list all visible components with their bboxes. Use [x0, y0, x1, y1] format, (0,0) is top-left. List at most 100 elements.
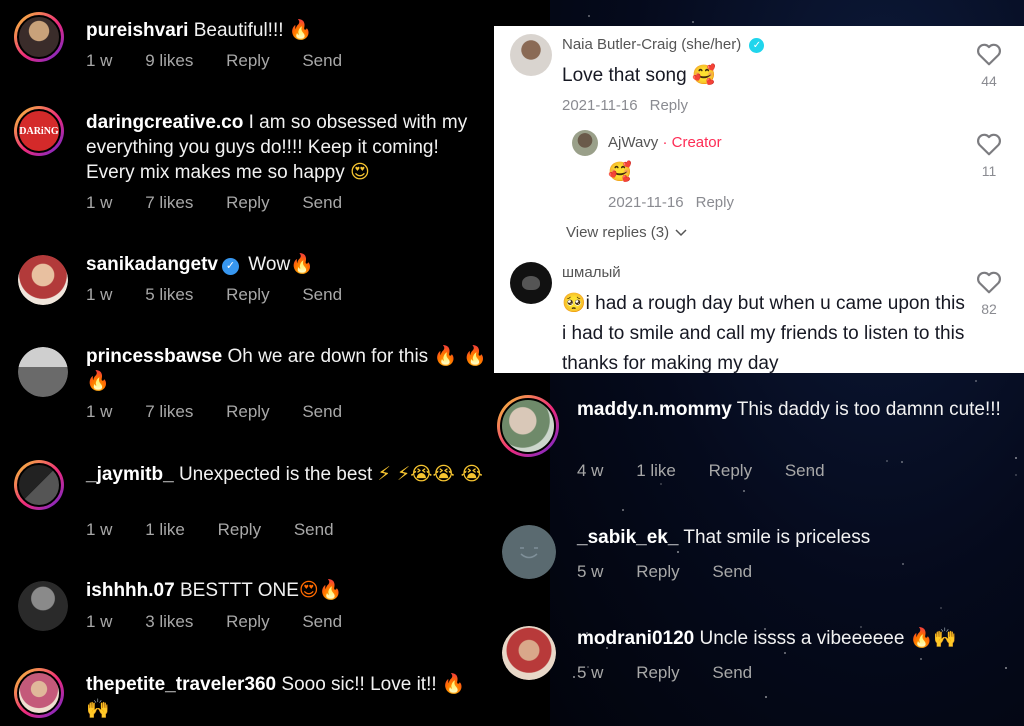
star [975, 380, 977, 382]
comment-row: _jaymitb_ Unexpected is the best ⚡ ⚡😭😭 😭… [0, 460, 540, 545]
star [692, 21, 694, 23]
reply-button[interactable]: Reply [696, 194, 734, 211]
username[interactable]: maddy.n.mommy [577, 399, 732, 420]
timestamp: 4 w [577, 461, 604, 480]
username[interactable]: modrani0120 [577, 628, 694, 649]
star [765, 696, 767, 698]
reply-button[interactable]: Reply [636, 663, 679, 682]
likes-count[interactable]: 9 likes [145, 51, 193, 70]
avatar[interactable] [502, 525, 556, 579]
reply-button[interactable]: Reply [226, 51, 269, 70]
send-button[interactable]: Send [302, 51, 342, 70]
fire-raised-hands-emoji: 🔥🙌 [909, 627, 958, 649]
like-button[interactable]: 11 [976, 132, 1002, 179]
likes-count[interactable]: 1 like [636, 461, 676, 480]
send-button[interactable]: Send [302, 193, 342, 212]
comment-meta: 1 w 7 likes Reply Send [86, 193, 370, 213]
timestamp: 2021-11-16 [608, 194, 684, 211]
timestamp: 2021-11-16 [562, 97, 638, 114]
pleading-face-emoji: 🥺 [562, 292, 586, 314]
heart-icon[interactable] [976, 132, 1002, 156]
reply-button[interactable]: Reply [226, 285, 269, 304]
reply-button[interactable]: Reply [226, 193, 269, 212]
comment-text: sanikadangetv ✓ Wow🔥 [86, 252, 520, 277]
like-count: 44 [981, 73, 997, 89]
reply-button[interactable]: Reply [226, 612, 269, 631]
send-button[interactable]: Send [302, 402, 342, 421]
send-button[interactable]: Send [712, 562, 752, 581]
likes-count[interactable]: 1 like [145, 520, 185, 539]
comment-body: Beautiful!!! [193, 20, 284, 41]
username[interactable]: _sabik_ek_ [577, 527, 678, 548]
username[interactable]: Naia Butler-Craig (she/her) ✓ [562, 36, 768, 53]
comment-meta: 2021-11-16 Reply [608, 194, 734, 211]
likes-count[interactable]: 5 likes [145, 285, 193, 304]
avatar[interactable]: DARiNG [14, 106, 64, 156]
heart-icon[interactable] [976, 270, 1002, 294]
comment-meta: 1 w 5 likes Reply Send [86, 285, 370, 305]
username[interactable]: шмалый [562, 264, 621, 281]
comment-body: Love that song 🥰 [562, 64, 716, 86]
like-count: 11 [981, 163, 997, 179]
timestamp: 1 w [86, 285, 113, 304]
comment-body: Wow [248, 254, 291, 275]
like-count: 82 [981, 301, 997, 317]
avatar[interactable] [510, 34, 552, 76]
username[interactable]: daringcreative.co [86, 112, 243, 133]
username[interactable]: _jaymitb_ [86, 464, 174, 485]
avatar[interactable] [18, 255, 68, 305]
username[interactable]: princessbawse [86, 346, 222, 367]
comment-body: Sooo sic!! Love it!! [281, 674, 437, 695]
comment-meta: 5 w Reply Send [577, 663, 780, 683]
likes-count[interactable]: 7 likes [145, 193, 193, 212]
like-button[interactable]: 44 [976, 42, 1002, 89]
heart-icon[interactable] [976, 42, 1002, 66]
send-button[interactable]: Send [785, 461, 825, 480]
avatar[interactable] [14, 460, 64, 510]
avatar[interactable] [572, 130, 598, 156]
timestamp: 1 w [86, 402, 113, 421]
avatar[interactable] [510, 262, 552, 304]
send-button[interactable]: Send [302, 612, 342, 631]
timestamp: 5 w [577, 562, 604, 581]
username[interactable]: ishhhh.07 [86, 580, 175, 601]
smile-face-icon [520, 547, 538, 559]
username[interactable]: pureishvari [86, 20, 188, 41]
timestamp: 1 w [86, 193, 113, 212]
view-replies-button[interactable]: View replies (3) [566, 224, 687, 241]
reply-button[interactable]: Reply [650, 97, 688, 114]
comment-text: pureishvari Beautiful!!! 🔥 [86, 18, 520, 43]
comment-text: princessbawse Oh we are down for this 🔥 … [86, 344, 496, 394]
avatar[interactable] [497, 395, 559, 457]
star [743, 490, 745, 492]
reply-button[interactable]: Reply [709, 461, 752, 480]
smiling-hearts-emoji: 🥰 [691, 64, 716, 86]
send-button[interactable]: Send [294, 520, 334, 539]
avatar[interactable] [18, 347, 68, 397]
creator-badge: · Creator [662, 134, 722, 151]
avatar[interactable] [502, 626, 556, 680]
comment-meta: 4 w 1 like Reply Send [577, 461, 853, 481]
username[interactable]: thepetite_traveler360 [86, 674, 276, 695]
username[interactable]: sanikadangetv [86, 254, 218, 275]
comment-text: thepetite_traveler360 Sooo sic!! Love it… [86, 672, 486, 722]
avatar[interactable] [14, 12, 64, 62]
likes-count[interactable]: 3 likes [145, 612, 193, 631]
fire-emoji: 🔥 [290, 253, 314, 275]
send-button[interactable]: Send [712, 663, 752, 682]
comment-body: 🥺i had a rough day but when u came upon … [562, 292, 965, 373]
comment-row: DARiNG daringcreative.co I am so obsesse… [0, 106, 540, 216]
likes-count[interactable]: 7 likes [145, 402, 193, 421]
send-button[interactable]: Send [302, 285, 342, 304]
star [940, 607, 942, 609]
reply-button[interactable]: Reply [636, 562, 679, 581]
comment-row: ishhhh.07 BESTTT ONE😍🔥 1 w 3 likes Reply… [0, 578, 540, 638]
like-button[interactable]: 82 [976, 270, 1002, 317]
avatar[interactable] [18, 581, 68, 631]
comment-row: pureishvari Beautiful!!! 🔥 1 w 9 likes R… [0, 12, 540, 82]
avatar[interactable] [14, 668, 64, 718]
reply-button[interactable]: Reply [218, 520, 261, 539]
reply-button[interactable]: Reply [226, 402, 269, 421]
username[interactable]: AjWavy · Creator [608, 134, 722, 151]
comment-meta: 1 w 1 like Reply Send [86, 520, 362, 540]
